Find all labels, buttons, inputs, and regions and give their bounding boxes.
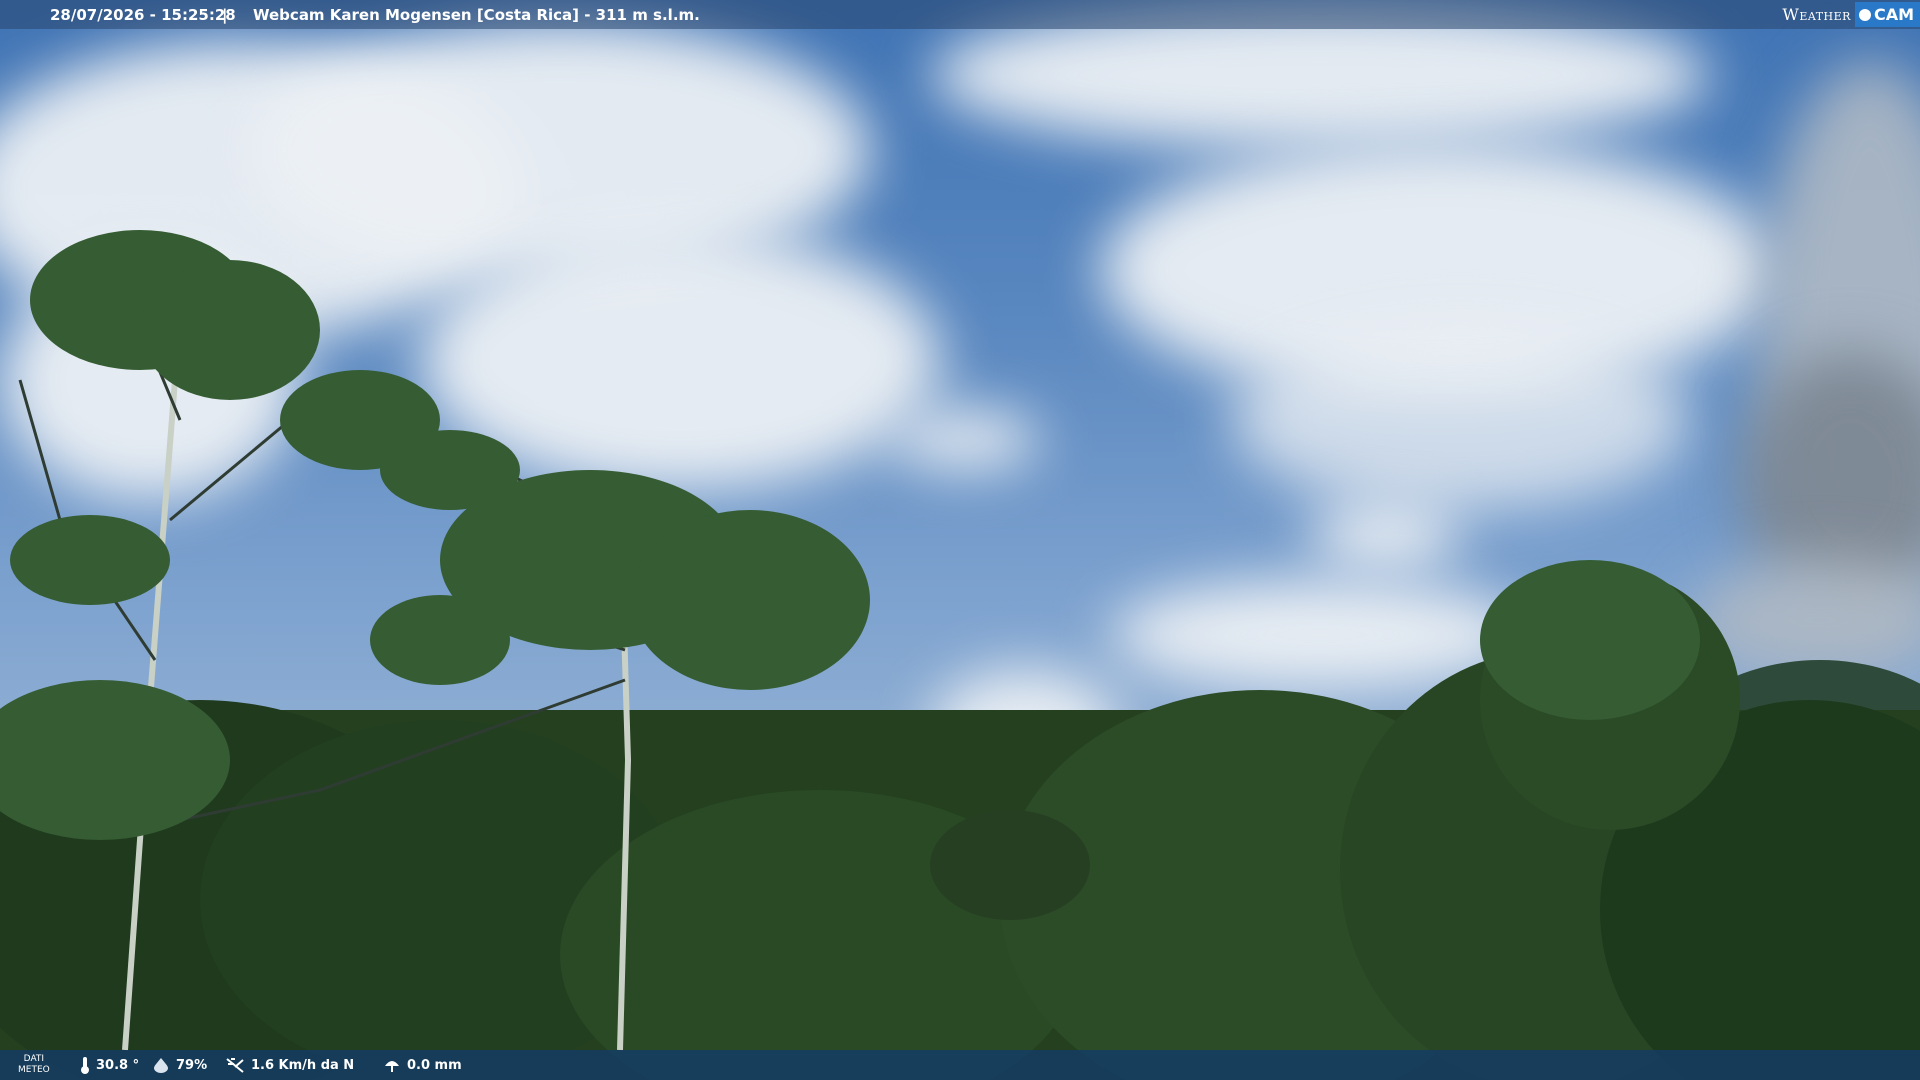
header-separator: |: [222, 5, 228, 24]
camera-title: Webcam Karen Mogensen [Costa Rica] - 311…: [253, 5, 700, 24]
humidity-reading: 79%: [152, 1050, 207, 1080]
humidity-value: 79%: [176, 1057, 208, 1073]
logo-dot-icon: [1858, 8, 1871, 21]
rain-value: 0.0 mm: [407, 1057, 462, 1073]
weather-data-bar: DATI METEO 30.8 ° 79% 1.6 Km/h da N 0.0 …: [0, 1050, 1920, 1080]
temperature-reading: 30.8 °: [80, 1050, 139, 1080]
webcam-image: [0, 0, 1920, 1080]
temperature-value: 30.8 °: [96, 1057, 140, 1073]
thermometer-icon: [81, 1057, 89, 1074]
rain-reading: 0.0 mm: [383, 1050, 462, 1080]
wind-value: 1.6 Km/h da N: [251, 1057, 355, 1073]
trees-illustration: [0, 230, 1700, 1051]
header-bar: 28/07/2026 - 15:25:28 | Webcam Karen Mog…: [0, 0, 1920, 29]
brand-weather-text: Weather: [1782, 5, 1851, 24]
weather-data-label-line1: DATI: [23, 1054, 45, 1064]
wind-icon: [226, 1058, 244, 1073]
weathercam-logo: Weather CAM: [1782, 0, 1920, 29]
brand-cam-text: CAM: [1873, 5, 1914, 24]
brand-cam-box: CAM: [1854, 2, 1920, 27]
weather-data-label-line2: METEO: [18, 1065, 50, 1075]
datetime-label: 28/07/2026 - 15:25:28: [50, 5, 236, 24]
rain-icon: [385, 1061, 399, 1072]
wind-reading: 1.6 Km/h da N: [225, 1050, 354, 1080]
humidity-drop-icon: [154, 1058, 168, 1073]
weather-data-label: DATI METEO: [18, 1054, 50, 1076]
